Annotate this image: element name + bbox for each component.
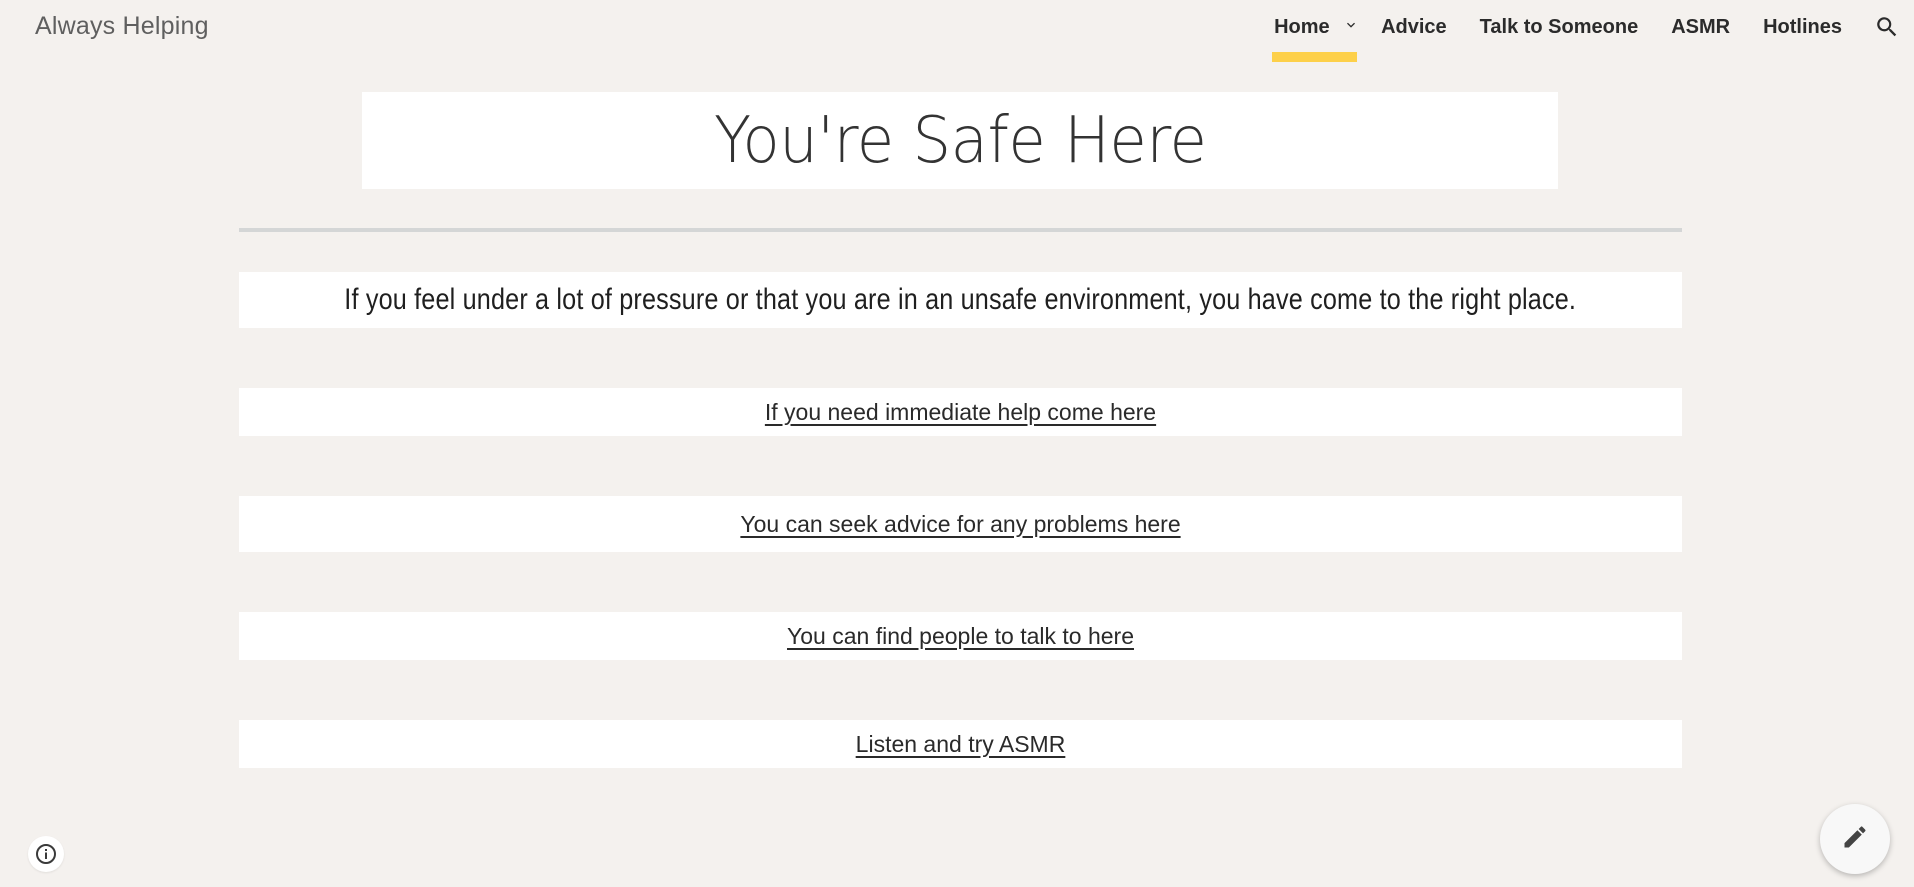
nav-item-asmr[interactable]: ASMR bbox=[1671, 12, 1730, 54]
nav-item-home[interactable]: Home bbox=[1272, 12, 1367, 62]
intro-text: If you feel under a lot of pressure or t… bbox=[344, 283, 1577, 316]
site-title[interactable]: Always Helping bbox=[35, 12, 209, 41]
nav-item-home-label: Home bbox=[1274, 16, 1330, 38]
link-band-advice: You can seek advice for any problems her… bbox=[239, 496, 1682, 552]
nav-item-talk-to-someone[interactable]: Talk to Someone bbox=[1480, 12, 1639, 54]
nav-item-advice[interactable]: Advice bbox=[1381, 12, 1447, 54]
link-find-people[interactable]: You can find people to talk to here bbox=[787, 623, 1134, 650]
search-icon[interactable] bbox=[1874, 12, 1900, 54]
page-title: You're Safe Here bbox=[713, 103, 1207, 178]
nav-item-hotlines[interactable]: Hotlines bbox=[1763, 12, 1842, 54]
link-try-asmr[interactable]: Listen and try ASMR bbox=[856, 731, 1066, 758]
link-seek-advice[interactable]: You can seek advice for any problems her… bbox=[740, 511, 1180, 538]
section-divider bbox=[239, 228, 1682, 232]
edit-button[interactable] bbox=[1820, 804, 1890, 874]
chevron-down-icon[interactable] bbox=[1343, 16, 1359, 39]
info-icon[interactable] bbox=[28, 836, 64, 872]
link-immediate-help[interactable]: If you need immediate help come here bbox=[765, 399, 1156, 426]
link-band-asmr: Listen and try ASMR bbox=[239, 720, 1682, 768]
active-nav-indicator bbox=[1272, 52, 1358, 62]
link-band-talk: You can find people to talk to here bbox=[239, 612, 1682, 660]
pencil-icon bbox=[1841, 823, 1869, 856]
hero-title-box: You're Safe Here bbox=[362, 92, 1558, 189]
intro-band: If you feel under a lot of pressure or t… bbox=[239, 272, 1682, 328]
top-navigation: Home Advice Talk to Someone ASMR Hotline… bbox=[1272, 12, 1914, 62]
link-band-immediate-help: If you need immediate help come here bbox=[239, 388, 1682, 436]
